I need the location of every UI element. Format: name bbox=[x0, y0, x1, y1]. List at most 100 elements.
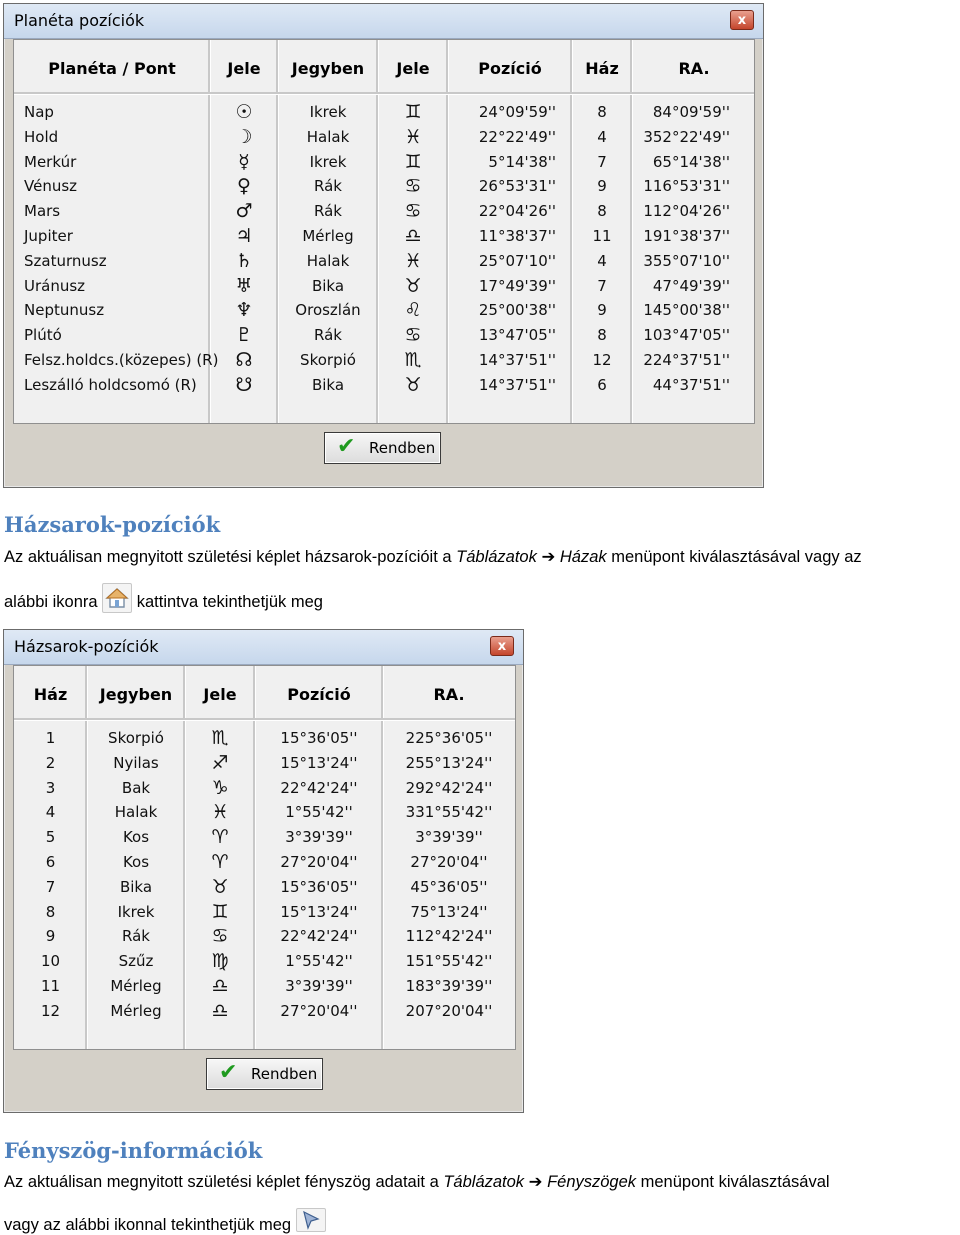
table-cell: 224°37'51'' bbox=[643, 351, 730, 369]
table-cell: 5°14'38'' bbox=[488, 152, 556, 171]
table-cell: Merkúr bbox=[24, 152, 77, 171]
planet-glyph-icon: ☋ bbox=[235, 373, 253, 396]
table-cell: Rák bbox=[314, 177, 342, 196]
close-button[interactable]: x bbox=[490, 636, 514, 656]
zodiac-glyph-icon: ♓ bbox=[404, 249, 422, 272]
table-cell: Kos bbox=[122, 853, 150, 871]
menu-ref-hazak: Házak bbox=[559, 548, 607, 566]
zodiac-glyph-icon: ♌ bbox=[404, 299, 422, 322]
table-cell: 24°09'59'' bbox=[478, 103, 556, 121]
table-cell: 116°53'31'' bbox=[643, 177, 730, 196]
table-cell: 65°14'38'' bbox=[652, 152, 730, 171]
checkmark-icon: ✔ bbox=[337, 434, 356, 459]
table-cell: Halak bbox=[306, 127, 350, 146]
column-header: Jele bbox=[396, 59, 430, 78]
planet-glyph-icon: ☊ bbox=[235, 349, 253, 371]
header-divider bbox=[14, 92, 754, 95]
column-header: Planéta / Pont bbox=[48, 59, 176, 78]
close-button[interactable]: x bbox=[730, 10, 754, 30]
table-cell: 5 bbox=[45, 828, 56, 847]
zodiac-glyph-icon: ♎ bbox=[404, 225, 422, 247]
table-cell: 45°36'05'' bbox=[410, 877, 488, 896]
table-cell: 15°36'05'' bbox=[280, 729, 358, 747]
house-icon[interactable] bbox=[102, 583, 133, 613]
table-cell: Mars bbox=[24, 202, 61, 221]
table-cell: 191°38'37'' bbox=[643, 227, 730, 245]
table-cell: 255°13'24'' bbox=[405, 753, 493, 772]
table-cell: 7 bbox=[597, 152, 607, 171]
zodiac-glyph-icon: ♋ bbox=[211, 925, 229, 948]
table-cell: Bak bbox=[121, 778, 151, 797]
table-cell: Kos bbox=[122, 828, 150, 847]
table-cell: 44°37'51'' bbox=[652, 375, 730, 394]
zodiac-glyph-icon: ♉ bbox=[404, 373, 422, 396]
table-cell: Vénusz bbox=[24, 177, 78, 196]
table-cell: 25°00'38'' bbox=[478, 301, 556, 320]
paragraph-line: alábbi ikonra kattintva tekinthetjük meg bbox=[4, 583, 323, 613]
table-cell: 151°55'42'' bbox=[405, 952, 493, 971]
zodiac-glyph-icon: ♏ bbox=[211, 727, 229, 749]
table-cell: Szaturnusz bbox=[24, 251, 107, 270]
table-cell: 3°39'39'' bbox=[285, 828, 353, 847]
table-cell: 7 bbox=[45, 877, 56, 896]
table-cell: 15°13'24'' bbox=[280, 753, 358, 772]
table-cell: 3 bbox=[45, 778, 56, 797]
table-cell: 15°13'24'' bbox=[280, 902, 358, 921]
table-cell: 17°49'39'' bbox=[478, 276, 556, 295]
table-cell: 103°47'05'' bbox=[643, 326, 730, 345]
table-cell: Hold bbox=[24, 127, 59, 146]
table-cell: Bika bbox=[311, 276, 345, 295]
section-heading-aspects: Fényszög-információk bbox=[4, 1138, 263, 1163]
table-cell: 112°04'26'' bbox=[643, 202, 730, 221]
table-cell: Skorpió bbox=[300, 351, 356, 369]
checkmark-icon: ✔ bbox=[219, 1060, 238, 1085]
table-cell: 2 bbox=[45, 753, 56, 772]
table-cell: Halak bbox=[114, 803, 158, 822]
window-title-bar[interactable]: Házsarok-pozíciók x bbox=[4, 630, 523, 665]
table-cell: Uránusz bbox=[24, 276, 86, 295]
planet-glyph-icon: ♇ bbox=[235, 324, 253, 347]
table-cell: Nap bbox=[24, 103, 54, 121]
column-header: Pozíció bbox=[478, 59, 542, 78]
zodiac-glyph-icon: ♈ bbox=[211, 851, 229, 873]
column-header: Jegyben bbox=[99, 685, 173, 704]
table-cell: 15°36'05'' bbox=[280, 877, 358, 896]
table-cell: 75°13'24'' bbox=[410, 902, 488, 921]
table-cell: 22°04'26'' bbox=[478, 202, 556, 221]
column-header: Pozíció bbox=[287, 685, 351, 704]
table-cell: 1°55'42'' bbox=[285, 952, 353, 971]
table-cell: 1 bbox=[45, 729, 56, 747]
zodiac-glyph-icon: ♐ bbox=[211, 751, 229, 774]
table-cell: 331°55'42'' bbox=[405, 803, 493, 822]
ok-button[interactable]: ✔ Rendben bbox=[324, 432, 441, 464]
zodiac-glyph-icon: ♉ bbox=[211, 875, 229, 898]
table-cell: 355°07'10'' bbox=[643, 251, 730, 270]
planet-glyph-icon: ☽ bbox=[235, 125, 253, 148]
zodiac-glyph-icon: ♓ bbox=[404, 125, 422, 148]
planet-glyph-icon: ♄ bbox=[235, 249, 253, 272]
table-cell: 14°37'51'' bbox=[478, 351, 556, 369]
planet-glyph-icon: ♀ bbox=[237, 175, 251, 198]
table-cell: Ikrek bbox=[309, 152, 347, 171]
table-cell: 9 bbox=[597, 177, 607, 196]
table-cell: Oroszlán bbox=[295, 301, 361, 320]
table-cell: 11°38'37'' bbox=[478, 227, 556, 245]
arrow-icon: ➔ bbox=[528, 1173, 543, 1191]
column-header: Ház bbox=[33, 685, 68, 704]
menu-ref-tablazatok: Táblázatok bbox=[456, 548, 537, 566]
table-cell: Skorpió bbox=[108, 729, 164, 747]
planet-glyph-icon: ♃ bbox=[235, 225, 253, 247]
planet-glyph-icon: ☉ bbox=[235, 101, 253, 123]
menu-ref-tablazatok: Táblázatok bbox=[443, 1173, 525, 1191]
table-cell: 13°47'05'' bbox=[478, 326, 556, 345]
table-cell: 4 bbox=[597, 251, 607, 270]
table-cell: 352°22'49'' bbox=[643, 127, 730, 146]
menu-ref-fenyszogek: Fényszögek bbox=[547, 1173, 637, 1191]
zodiac-glyph-icon: ♊ bbox=[404, 150, 422, 173]
table-cell: Bika bbox=[119, 877, 153, 896]
column-header: RA. bbox=[433, 685, 465, 704]
planet-table: Planéta / Pont Jele Jegyben Jele Pozíció Ház R… bbox=[13, 39, 755, 424]
ok-button[interactable]: ✔ Rendben bbox=[206, 1058, 323, 1090]
aspect-cursor-icon[interactable] bbox=[295, 1208, 326, 1232]
window-title-bar[interactable]: Planéta pozíciók x bbox=[4, 4, 763, 39]
